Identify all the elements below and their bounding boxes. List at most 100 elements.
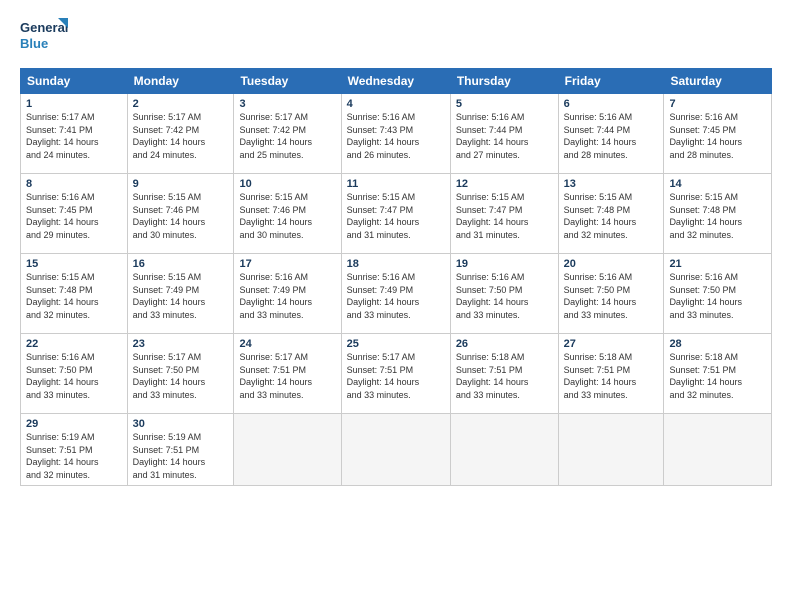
col-header-friday: Friday [558, 69, 664, 94]
logo-svg: General Blue [20, 16, 70, 58]
day-info: Sunrise: 5:18 AMSunset: 7:51 PMDaylight:… [456, 352, 529, 400]
calendar-cell: 18 Sunrise: 5:16 AMSunset: 7:49 PMDayligh… [341, 254, 450, 334]
day-number: 14 [669, 178, 766, 190]
day-number: 23 [133, 338, 229, 350]
day-number: 6 [564, 98, 659, 110]
calendar-cell [558, 414, 664, 486]
col-header-wednesday: Wednesday [341, 69, 450, 94]
calendar-cell: 5 Sunrise: 5:16 AMSunset: 7:44 PMDaylight… [450, 94, 558, 174]
day-number: 21 [669, 258, 766, 270]
day-info: Sunrise: 5:17 AMSunset: 7:50 PMDaylight:… [133, 352, 206, 400]
calendar-cell: 12 Sunrise: 5:15 AMSunset: 7:47 PMDayligh… [450, 174, 558, 254]
calendar-cell: 19 Sunrise: 5:16 AMSunset: 7:50 PMDayligh… [450, 254, 558, 334]
day-info: Sunrise: 5:16 AMSunset: 7:45 PMDaylight:… [26, 192, 99, 240]
calendar-cell: 29 Sunrise: 5:19 AMSunset: 7:51 PMDayligh… [21, 414, 128, 486]
calendar: SundayMondayTuesdayWednesdayThursdayFrid… [20, 68, 772, 486]
day-number: 11 [347, 178, 445, 190]
day-info: Sunrise: 5:16 AMSunset: 7:43 PMDaylight:… [347, 112, 420, 160]
day-info: Sunrise: 5:17 AMSunset: 7:51 PMDaylight:… [347, 352, 420, 400]
day-number: 29 [26, 418, 122, 430]
calendar-cell: 16 Sunrise: 5:15 AMSunset: 7:49 PMDayligh… [127, 254, 234, 334]
day-number: 8 [26, 178, 122, 190]
calendar-cell: 2 Sunrise: 5:17 AMSunset: 7:42 PMDaylight… [127, 94, 234, 174]
day-info: Sunrise: 5:19 AMSunset: 7:51 PMDaylight:… [133, 432, 206, 480]
day-number: 4 [347, 98, 445, 110]
col-header-tuesday: Tuesday [234, 69, 341, 94]
day-number: 28 [669, 338, 766, 350]
svg-text:Blue: Blue [20, 36, 48, 51]
day-info: Sunrise: 5:15 AMSunset: 7:48 PMDaylight:… [564, 192, 637, 240]
day-info: Sunrise: 5:15 AMSunset: 7:48 PMDaylight:… [669, 192, 742, 240]
day-number: 9 [133, 178, 229, 190]
day-info: Sunrise: 5:17 AMSunset: 7:51 PMDaylight:… [239, 352, 312, 400]
day-info: Sunrise: 5:19 AMSunset: 7:51 PMDaylight:… [26, 432, 99, 480]
calendar-cell: 3 Sunrise: 5:17 AMSunset: 7:42 PMDaylight… [234, 94, 341, 174]
calendar-cell: 15 Sunrise: 5:15 AMSunset: 7:48 PMDayligh… [21, 254, 128, 334]
calendar-cell: 25 Sunrise: 5:17 AMSunset: 7:51 PMDayligh… [341, 334, 450, 414]
day-number: 22 [26, 338, 122, 350]
calendar-cell: 10 Sunrise: 5:15 AMSunset: 7:46 PMDayligh… [234, 174, 341, 254]
day-info: Sunrise: 5:17 AMSunset: 7:42 PMDaylight:… [239, 112, 312, 160]
col-header-monday: Monday [127, 69, 234, 94]
day-number: 24 [239, 338, 335, 350]
day-number: 16 [133, 258, 229, 270]
day-number: 13 [564, 178, 659, 190]
day-info: Sunrise: 5:16 AMSunset: 7:50 PMDaylight:… [26, 352, 99, 400]
day-number: 30 [133, 418, 229, 430]
day-info: Sunrise: 5:15 AMSunset: 7:49 PMDaylight:… [133, 272, 206, 320]
col-header-saturday: Saturday [664, 69, 772, 94]
day-number: 26 [456, 338, 553, 350]
day-number: 18 [347, 258, 445, 270]
col-header-sunday: Sunday [21, 69, 128, 94]
calendar-cell: 24 Sunrise: 5:17 AMSunset: 7:51 PMDayligh… [234, 334, 341, 414]
day-info: Sunrise: 5:16 AMSunset: 7:44 PMDaylight:… [564, 112, 637, 160]
day-number: 5 [456, 98, 553, 110]
day-number: 10 [239, 178, 335, 190]
day-info: Sunrise: 5:15 AMSunset: 7:47 PMDaylight:… [456, 192, 529, 240]
day-number: 25 [347, 338, 445, 350]
col-header-thursday: Thursday [450, 69, 558, 94]
day-info: Sunrise: 5:16 AMSunset: 7:45 PMDaylight:… [669, 112, 742, 160]
calendar-cell: 17Sunrise: 5:16 AMSunset: 7:49 PMDayligh… [234, 254, 341, 334]
calendar-cell: 21 Sunrise: 5:16 AMSunset: 7:50 PMDayligh… [664, 254, 772, 334]
calendar-cell: 20 Sunrise: 5:16 AMSunset: 7:50 PMDayligh… [558, 254, 664, 334]
day-info: Sunrise: 5:16 AMSunset: 7:44 PMDaylight:… [456, 112, 529, 160]
day-info: Sunrise: 5:16 AMSunset: 7:49 PMDaylight:… [347, 272, 420, 320]
calendar-cell: 6 Sunrise: 5:16 AMSunset: 7:44 PMDaylight… [558, 94, 664, 174]
calendar-cell: 30 Sunrise: 5:19 AMSunset: 7:51 PMDayligh… [127, 414, 234, 486]
calendar-cell: 9Sunrise: 5:15 AMSunset: 7:46 PMDaylight… [127, 174, 234, 254]
logo: General Blue [20, 16, 70, 58]
day-info: Sunrise: 5:15 AMSunset: 7:48 PMDaylight:… [26, 272, 99, 320]
calendar-cell: 1 Sunrise: 5:17 AMSunset: 7:41 PMDaylight… [21, 94, 128, 174]
calendar-cell [664, 414, 772, 486]
day-number: 3 [239, 98, 335, 110]
calendar-cell: 4 Sunrise: 5:16 AMSunset: 7:43 PMDaylight… [341, 94, 450, 174]
calendar-cell: 23 Sunrise: 5:17 AMSunset: 7:50 PMDayligh… [127, 334, 234, 414]
calendar-cell [341, 414, 450, 486]
day-number: 19 [456, 258, 553, 270]
day-info: Sunrise: 5:15 AMSunset: 7:46 PMDaylight:… [239, 192, 312, 240]
calendar-cell: 22 Sunrise: 5:16 AMSunset: 7:50 PMDayligh… [21, 334, 128, 414]
calendar-cell: 27Sunrise: 5:18 AMSunset: 7:51 PMDayligh… [558, 334, 664, 414]
day-number: 7 [669, 98, 766, 110]
day-info: Sunrise: 5:17 AMSunset: 7:42 PMDaylight:… [133, 112, 206, 160]
day-info: Sunrise: 5:16 AMSunset: 7:50 PMDaylight:… [564, 272, 637, 320]
day-info: Sunrise: 5:15 AMSunset: 7:47 PMDaylight:… [347, 192, 420, 240]
calendar-cell: 11 Sunrise: 5:15 AMSunset: 7:47 PMDayligh… [341, 174, 450, 254]
day-number: 2 [133, 98, 229, 110]
day-info: Sunrise: 5:16 AMSunset: 7:50 PMDaylight:… [456, 272, 529, 320]
day-number: 12 [456, 178, 553, 190]
day-number: 20 [564, 258, 659, 270]
day-info: Sunrise: 5:17 AMSunset: 7:41 PMDaylight:… [26, 112, 99, 160]
calendar-cell [234, 414, 341, 486]
day-info: Sunrise: 5:18 AMSunset: 7:51 PMDaylight:… [564, 352, 637, 400]
svg-text:General: General [20, 20, 68, 35]
calendar-cell: 8 Sunrise: 5:16 AMSunset: 7:45 PMDaylight… [21, 174, 128, 254]
calendar-cell [450, 414, 558, 486]
day-number: 1 [26, 98, 122, 110]
day-info: Sunrise: 5:16 AMSunset: 7:50 PMDaylight:… [669, 272, 742, 320]
calendar-cell: 14 Sunrise: 5:15 AMSunset: 7:48 PMDayligh… [664, 174, 772, 254]
day-number: 15 [26, 258, 122, 270]
day-info: Sunrise: 5:16 AMSunset: 7:49 PMDaylight:… [239, 272, 312, 320]
calendar-cell: 28Sunrise: 5:18 AMSunset: 7:51 PMDayligh… [664, 334, 772, 414]
